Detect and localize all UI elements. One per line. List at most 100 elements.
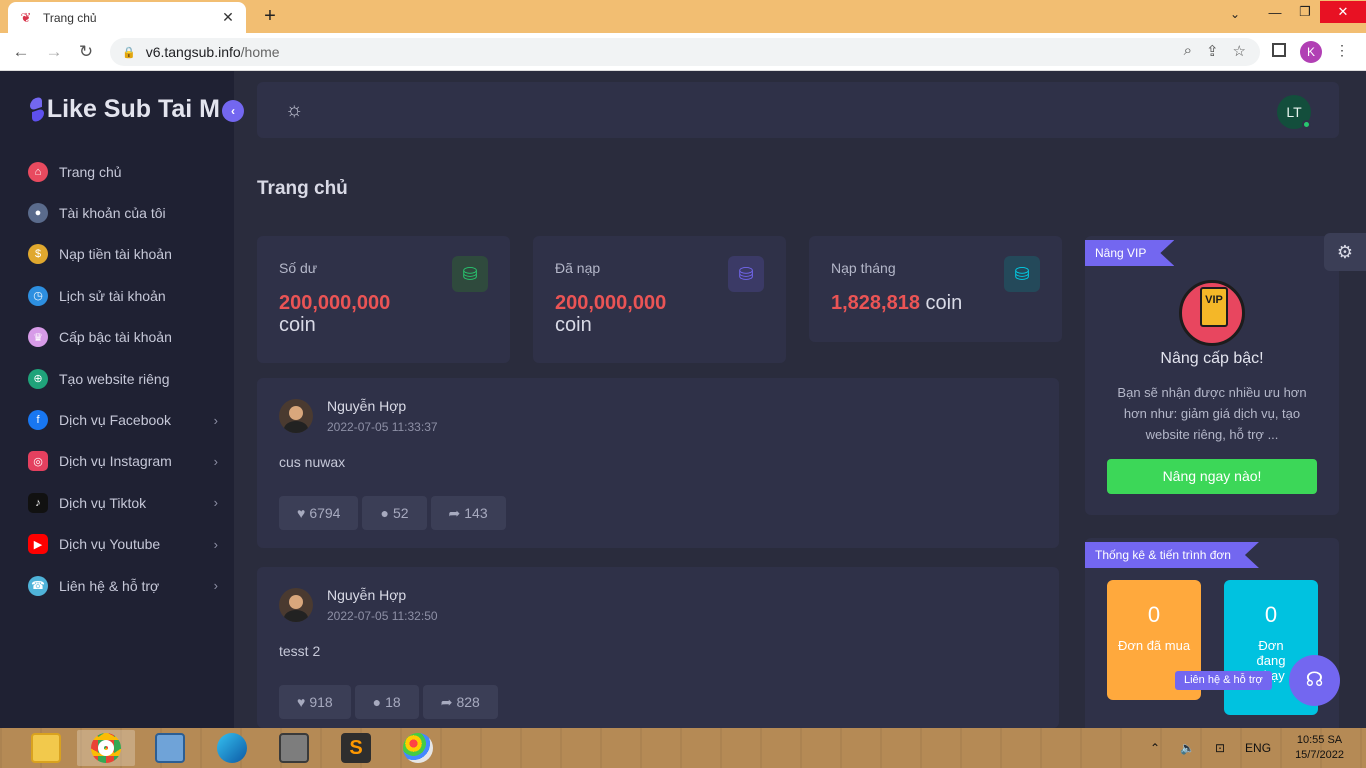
- window-close-icon[interactable]: ✕: [1320, 1, 1366, 23]
- sidebar-item-label: Dịch vụ Instagram: [59, 453, 172, 470]
- vip-description: Bạn sẽ nhận được nhiều ưu hơn hơn như: g…: [1117, 385, 1307, 442]
- paint-icon[interactable]: [389, 730, 447, 766]
- collapse-sidebar-button[interactable]: ‹: [222, 100, 244, 122]
- input-language[interactable]: ENG: [1245, 741, 1271, 755]
- url-input[interactable]: 🔒 v6.tangsub.info/home ⌕ ⇪ ☆: [110, 38, 1260, 66]
- chevron-right-icon: ›: [213, 453, 218, 469]
- new-tab-button[interactable]: +: [258, 5, 282, 29]
- url-host: v6.tangsub.info: [145, 44, 241, 60]
- vip-ribbon: Nâng VIP: [1085, 240, 1174, 266]
- logo-text: Like Sub Tai M: [46, 95, 220, 123]
- sidebar-item-rank[interactable]: ♛ Cấp bậc tài khoản: [28, 317, 218, 358]
- support-icon: ☎: [28, 575, 48, 596]
- stat-number: 1,828,818: [831, 292, 920, 314]
- headset-support-icon[interactable]: ☊: [1289, 655, 1340, 706]
- vpn-app-icon[interactable]: [265, 730, 323, 766]
- tab-search-icon[interactable]: ⌄: [1230, 7, 1240, 21]
- sidebar-item-facebook[interactable]: f Dịch vụ Facebook ›: [28, 399, 218, 440]
- volume-icon[interactable]: 🔈: [1180, 741, 1195, 755]
- restore-icon[interactable]: ❐: [1290, 4, 1320, 20]
- like-button[interactable]: ♥ 918: [279, 685, 351, 719]
- author-avatar[interactable]: [279, 588, 313, 622]
- side-panel-icon[interactable]: [1272, 43, 1286, 57]
- lock-icon[interactable]: 🔒: [122, 46, 136, 59]
- url-path: /home: [240, 44, 280, 60]
- sidebar-item-label: Tài khoản của tôi: [59, 205, 166, 222]
- stat-value: 200,000,000 coin: [279, 292, 488, 336]
- comment-count: 18: [385, 694, 401, 710]
- share-arrow-icon: ➦: [448, 504, 461, 521]
- bookmark-star-icon[interactable]: ☆: [1233, 42, 1246, 60]
- author-avatar[interactable]: [279, 399, 313, 433]
- sidebar-item-tiktok[interactable]: ♪ Dịch vụ Tiktok ›: [28, 482, 218, 523]
- share-icon[interactable]: ⇪: [1206, 42, 1219, 60]
- sublime-text-icon[interactable]: S: [327, 730, 385, 766]
- sidebar-item-youtube[interactable]: ▶ Dịch vụ Youtube ›: [28, 524, 218, 565]
- globe-icon: ⊕: [28, 368, 48, 389]
- taskbar-clock[interactable]: 10:55 SA 15/7/2022: [1295, 733, 1344, 763]
- sidebar-item-deposit[interactable]: $ Nạp tiền tài khoản: [28, 234, 218, 275]
- network-computer-icon[interactable]: [141, 730, 199, 766]
- orders-ribbon: Thống kê & tiến trình đơn: [1085, 542, 1259, 568]
- edge-icon[interactable]: [203, 730, 261, 766]
- coins-icon: $: [28, 244, 48, 265]
- upgrade-now-button[interactable]: Nâng ngay nào!: [1107, 459, 1317, 494]
- sidebar-item-website[interactable]: ⊕ Tạo website riêng: [28, 358, 218, 399]
- profile-avatar[interactable]: K: [1300, 41, 1322, 63]
- zoom-icon[interactable]: ⌕: [1184, 42, 1192, 60]
- user-avatar[interactable]: LT: [1277, 95, 1311, 129]
- stat-card-deposited: Đã nạp 200,000,000 coin ⛁: [533, 236, 786, 363]
- orders-bought-count: 0: [1147, 602, 1161, 627]
- browser-tab-bar: ❦ Trang chủ ✕ + ⌄ — ❐ ✕: [0, 0, 1366, 33]
- like-button[interactable]: ♥ 6794: [279, 496, 359, 530]
- reload-icon[interactable]: ↻: [75, 41, 97, 63]
- sidebar-item-account[interactable]: ● Tài khoản của tôi: [28, 192, 218, 233]
- sidebar-item-label: Cấp bậc tài khoản: [59, 329, 172, 346]
- minimize-icon[interactable]: —: [1260, 5, 1290, 20]
- chrome-icon[interactable]: [77, 730, 135, 766]
- post-date: 2022-07-05 11:33:37: [327, 420, 438, 434]
- coins-stack-icon: ⛁: [1004, 256, 1040, 292]
- sidebar-item-label: Dịch vụ Facebook: [59, 412, 172, 429]
- page-title: Trang chủ: [257, 178, 348, 199]
- vip-upgrade-card: Nâng VIP VIP Nâng cấp bậc! Bạn sẽ nhận đ…: [1085, 236, 1339, 515]
- post-card: Nguyễn Hợp 2022-07-05 11:33:37 cus nuwax…: [257, 378, 1059, 548]
- sidebar-item-label: Nạp tiền tài khoản: [59, 246, 172, 263]
- browser-tab[interactable]: ❦ Trang chủ ✕: [8, 2, 246, 33]
- file-explorer-icon[interactable]: [17, 730, 75, 766]
- comment-button[interactable]: ● 18: [354, 685, 419, 719]
- sidebar-item-home[interactable]: ⌂ Trang chủ: [28, 151, 218, 192]
- chevron-right-icon: ›: [213, 412, 218, 428]
- user-icon: ●: [28, 203, 48, 224]
- orders-bought-label: Đơn đã mua: [1117, 638, 1191, 653]
- close-tab-icon[interactable]: ✕: [220, 9, 236, 26]
- support-tooltip: Liên hệ & hỗ trợ: [1175, 671, 1272, 690]
- sidebar-item-history[interactable]: ◷ Lịch sử tài khoản: [28, 275, 218, 316]
- share-button[interactable]: ➦ 143: [430, 496, 506, 530]
- post-text: cus nuwax: [279, 454, 346, 470]
- online-status-dot: [1302, 120, 1311, 129]
- site-logo[interactable]: Like Sub Tai M: [26, 95, 220, 124]
- clock-date: 15/7/2022: [1295, 749, 1344, 761]
- sidebar-item-instagram[interactable]: ◎ Dịch vụ Instagram ›: [28, 441, 218, 482]
- comment-button[interactable]: ● 52: [362, 496, 427, 530]
- coins-stack-icon: ⛁: [728, 256, 764, 292]
- youtube-icon: ▶: [28, 534, 48, 555]
- tiktok-icon: ♪: [28, 492, 48, 513]
- theme-toggle-sun-icon[interactable]: ☼: [285, 99, 307, 121]
- stat-value: 1,828,818 coin: [831, 292, 1040, 314]
- instagram-icon: ◎: [28, 451, 48, 472]
- share-button[interactable]: ➦ 828: [422, 685, 498, 719]
- stat-card-monthly: Nạp tháng 1,828,818 coin ⛁: [809, 236, 1062, 342]
- coins-stack-icon: ⛁: [452, 256, 488, 292]
- tray-overflow-icon[interactable]: ⌃: [1150, 741, 1160, 755]
- network-icon[interactable]: ⊡: [1215, 741, 1225, 755]
- comment-icon: ●: [372, 694, 382, 710]
- settings-gear-icon[interactable]: ⚙: [1324, 233, 1366, 271]
- browser-menu-icon[interactable]: ⋮: [1335, 42, 1349, 59]
- sidebar-item-label: Tạo website riêng: [59, 370, 170, 387]
- sidebar-item-support[interactable]: ☎ Liên hệ & hỗ trợ ›: [28, 565, 218, 606]
- post-author: Nguyễn Hợp: [327, 587, 407, 603]
- forward-icon[interactable]: →: [43, 41, 65, 63]
- back-icon[interactable]: ←: [10, 41, 32, 63]
